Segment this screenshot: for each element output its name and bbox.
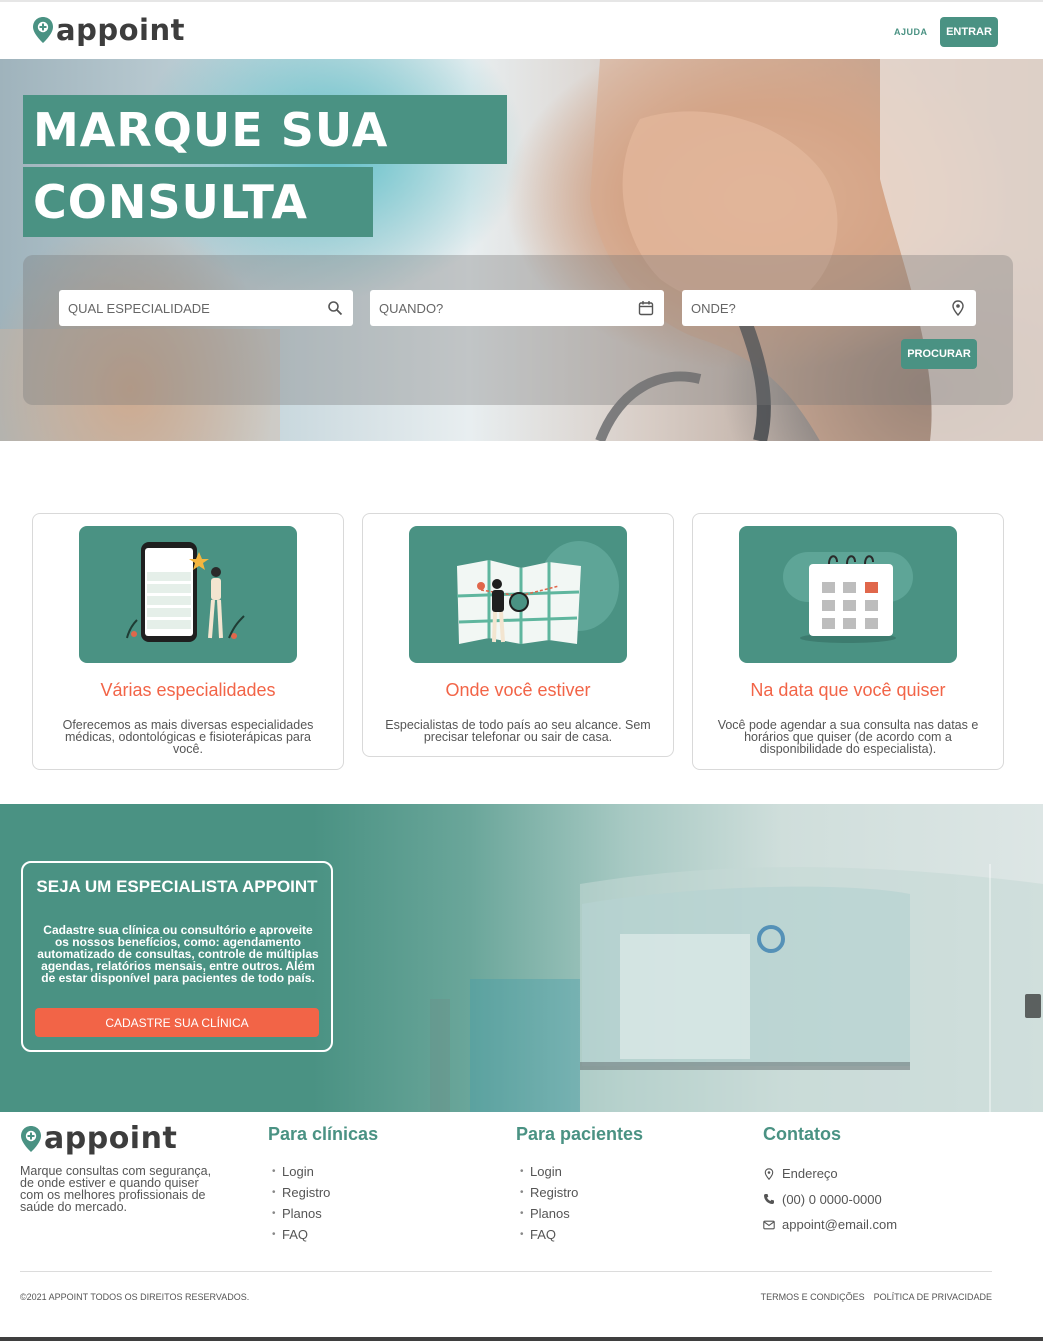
mail-icon bbox=[763, 1220, 775, 1230]
link-label: Planos bbox=[530, 1206, 570, 1221]
specialist-signup-box: SEJA UM ESPECIALISTA APPOINT Cadastre su… bbox=[21, 861, 333, 1052]
bullet-icon: • bbox=[520, 1229, 524, 1240]
footer-patients-link-plans[interactable]: • Planos bbox=[516, 1203, 643, 1224]
specialties-illustration bbox=[79, 526, 297, 663]
feature-title: Várias especialidades bbox=[100, 680, 276, 700]
bullet-icon: • bbox=[272, 1187, 276, 1198]
feature-card-specialties: Várias especialidades Oferecemos as mais… bbox=[32, 513, 344, 770]
footer-divider bbox=[20, 1271, 992, 1272]
footer-logo[interactable]: appoint bbox=[20, 1121, 178, 1156]
help-link[interactable]: AJUDA bbox=[894, 27, 928, 37]
feature-card-date: Na data que você quiser Você pode agenda… bbox=[692, 513, 1004, 770]
footer-patients-column: Para pacientes • Login • Registro • Planos … bbox=[516, 1124, 643, 1245]
hero-title-line1: MARQUE SUA bbox=[23, 95, 507, 164]
footer-patients-link-register[interactable]: • Registro bbox=[516, 1182, 643, 1203]
feature-description: Especialistas de todo país ao seu alcanc… bbox=[385, 718, 651, 744]
date-search-field[interactable]: QUANDO? bbox=[370, 290, 664, 326]
bullet-icon: • bbox=[520, 1166, 524, 1177]
specialty-search-field[interactable]: QUAL ESPECIALIDADE bbox=[59, 290, 353, 326]
specialist-banner: SEJA UM ESPECIALISTA APPOINT Cadastre su… bbox=[0, 804, 1043, 1112]
date-input[interactable]: QUANDO? bbox=[379, 301, 443, 316]
footer-patients-link-login[interactable]: • Login bbox=[516, 1161, 643, 1182]
search-button[interactable]: PROCURAR bbox=[901, 339, 977, 369]
search-panel: QUAL ESPECIALIDADE QUANDO? ONDE? PROCURA… bbox=[23, 255, 1013, 405]
bullet-icon: • bbox=[520, 1208, 524, 1219]
contact-address-text: Endereço bbox=[782, 1166, 838, 1182]
footer-clinics-column: Para clínicas • Login • Registro • Planos •… bbox=[268, 1124, 378, 1245]
phone-list-illustration bbox=[126, 542, 245, 642]
register-clinic-button[interactable]: CADASTRE SUA CLÍNICA bbox=[35, 1008, 319, 1037]
footer-contacts-column: Contatos Endereço (00) 0 0000-0000 appoi… bbox=[763, 1124, 897, 1238]
privacy-link[interactable]: POLÍTICA DE PRIVACIDADE bbox=[874, 1292, 992, 1302]
footer-clinics-link-register[interactable]: • Registro bbox=[268, 1182, 378, 1203]
login-button[interactable]: ENTRAR bbox=[940, 17, 998, 47]
feature-title: Onde você estiver bbox=[445, 680, 591, 700]
link-label: FAQ bbox=[530, 1227, 557, 1242]
footer-description: Marque consultas com segurança, de onde … bbox=[20, 1164, 212, 1214]
location-input[interactable]: ONDE? bbox=[691, 301, 736, 316]
site-logo[interactable]: appoint bbox=[32, 13, 185, 47]
location-illustration bbox=[409, 526, 627, 663]
calendar-icon bbox=[638, 301, 654, 316]
calendar-illustration bbox=[783, 552, 913, 643]
footer-clinics-heading: Para clínicas bbox=[268, 1124, 379, 1144]
bottom-edge-bar bbox=[0, 1337, 1043, 1341]
map-pin-icon bbox=[764, 1167, 774, 1180]
phone-icon bbox=[764, 1194, 774, 1205]
footer-contacts-heading: Contatos bbox=[763, 1124, 841, 1144]
footer-patients-heading: Para pacientes bbox=[516, 1124, 644, 1144]
terms-link[interactable]: TERMOS E CONDIÇÕES bbox=[761, 1292, 865, 1302]
hero-section: MARQUE SUA CONSULTA QUAL ESPECIALIDADE Q… bbox=[0, 59, 1043, 441]
bullet-icon: • bbox=[272, 1166, 276, 1177]
feature-description: Você pode agendar a sua consulta nas dat… bbox=[717, 718, 979, 756]
footer-clinics-link-faq[interactable]: • FAQ bbox=[268, 1224, 378, 1245]
search-icon bbox=[328, 301, 343, 316]
link-label: Registro bbox=[530, 1185, 579, 1200]
footer-patients-link-faq[interactable]: • FAQ bbox=[516, 1224, 643, 1245]
contact-phone[interactable]: (00) 0 0000-0000 bbox=[763, 1187, 897, 1213]
specialist-title: SEJA UM ESPECIALISTA APPOINT bbox=[36, 877, 318, 896]
contact-email[interactable]: appoint@email.com bbox=[763, 1212, 897, 1238]
contact-phone-text: (00) 0 0000-0000 bbox=[782, 1191, 882, 1207]
date-illustration bbox=[739, 526, 957, 663]
bullet-icon: • bbox=[272, 1229, 276, 1240]
footer-clinics-link-plans[interactable]: • Planos bbox=[268, 1203, 378, 1224]
feature-description: Oferecemos as mais diversas especialidad… bbox=[62, 718, 314, 756]
contact-email-text: appoint@email.com bbox=[782, 1217, 898, 1233]
contact-address[interactable]: Endereço bbox=[763, 1161, 897, 1187]
feature-card-location: Onde você estiver Especialistas de todo … bbox=[362, 513, 674, 757]
location-pin-plus-icon bbox=[33, 17, 53, 43]
specialty-input[interactable]: QUAL ESPECIALIDADE bbox=[68, 301, 210, 316]
bullet-icon: • bbox=[520, 1187, 524, 1198]
link-label: Login bbox=[282, 1164, 314, 1179]
hero-title-line2: CONSULTA bbox=[23, 167, 373, 237]
footer-logo-text: appoint bbox=[44, 1121, 178, 1156]
footer-legal-links: TERMOS E CONDIÇÕES POLÍTICA DE PRIVACIDA… bbox=[761, 1292, 992, 1302]
location-search-field[interactable]: ONDE? bbox=[682, 290, 976, 326]
link-label: Login bbox=[530, 1164, 562, 1179]
link-label: Planos bbox=[282, 1206, 322, 1221]
top-navbar: appoint AJUDA ENTRAR bbox=[0, 0, 1043, 59]
specialist-description: Cadastre sua clínica ou consultório e ap… bbox=[37, 923, 319, 985]
map-illustration bbox=[456, 541, 619, 644]
link-label: Registro bbox=[282, 1185, 331, 1200]
copyright-text: ©2021 APPOINT TODOS OS DIREITOS RESERVAD… bbox=[20, 1292, 250, 1302]
link-label: FAQ bbox=[282, 1227, 309, 1242]
feature-title: Na data que você quiser bbox=[750, 680, 946, 700]
map-pin-icon bbox=[952, 300, 964, 316]
bullet-icon: • bbox=[272, 1208, 276, 1219]
footer-clinics-link-login[interactable]: • Login bbox=[268, 1161, 378, 1182]
logo-text: appoint bbox=[56, 13, 185, 47]
location-pin-plus-icon bbox=[21, 1126, 41, 1152]
